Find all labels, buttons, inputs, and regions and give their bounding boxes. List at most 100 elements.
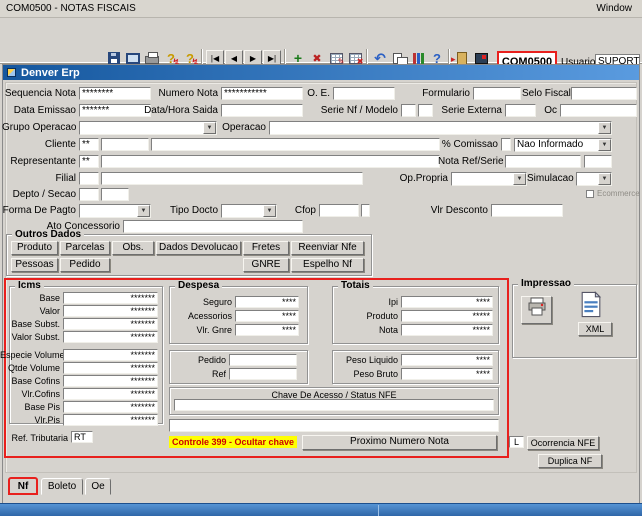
- nota-ref-serie-field[interactable]: [584, 155, 612, 168]
- especie-volume-field[interactable]: *******: [63, 349, 158, 361]
- acessorios-field[interactable]: ****: [235, 310, 299, 322]
- produto-button[interactable]: Produto: [11, 241, 58, 255]
- tipo-docto-select[interactable]: ▼: [221, 204, 277, 218]
- l-flag-field[interactable]: L: [509, 436, 524, 448]
- chave-acesso-field-1[interactable]: [174, 399, 494, 411]
- vlr-pis-field[interactable]: *******: [63, 414, 158, 426]
- depto-field[interactable]: [79, 188, 99, 201]
- op-propria-label: Op.Propria: [388, 172, 448, 185]
- fretes-button[interactable]: Fretes: [243, 241, 289, 255]
- data-hora-saida-field[interactable]: [221, 104, 303, 117]
- op-propria-select[interactable]: ▼: [451, 172, 527, 186]
- serie-nf-field[interactable]: [401, 104, 416, 117]
- tab-boleto[interactable]: Boleto: [41, 478, 83, 495]
- modelo-field[interactable]: [418, 104, 433, 117]
- first-record-icon: |◀: [211, 54, 219, 63]
- comissao-tipo-select[interactable]: Nao Informado▼: [514, 138, 612, 152]
- chevron-down-icon[interactable]: ▼: [598, 139, 611, 151]
- icms-valor-subst-field[interactable]: *******: [63, 331, 158, 343]
- oc-field[interactable]: [560, 104, 637, 117]
- impressao-title: Impressao: [518, 278, 574, 289]
- chevron-down-icon[interactable]: ▼: [263, 205, 276, 217]
- pedido-button[interactable]: Pedido: [60, 258, 110, 272]
- ref-field[interactable]: [229, 368, 297, 380]
- representante-nome-field[interactable]: [101, 155, 440, 168]
- obs-button[interactable]: Obs.: [112, 241, 154, 255]
- selo-fiscal-field[interactable]: [571, 87, 637, 100]
- operacao-label: Operacao: [220, 121, 266, 134]
- seguro-field[interactable]: ****: [235, 296, 299, 308]
- nota-ref-field[interactable]: [505, 155, 581, 168]
- vlr-pis-label: Vlr.Pis: [0, 414, 60, 426]
- peso-bruto-label: Peso Bruto: [336, 368, 398, 380]
- chevron-down-icon[interactable]: ▼: [598, 173, 611, 185]
- xml-button[interactable]: XML: [578, 322, 612, 336]
- duplica-nf-button[interactable]: Duplica NF: [538, 454, 602, 468]
- dados-devolucao-button[interactable]: Dados Devolucao: [156, 241, 241, 255]
- total-nota-field[interactable]: *****: [401, 324, 493, 336]
- proximo-numero-nota-button[interactable]: Proximo Numero Nota: [302, 435, 497, 450]
- numero-nota-field[interactable]: ***********: [221, 87, 303, 100]
- ecommerce-checkbox[interactable]: [586, 190, 594, 198]
- depto-secao-label: Depto / Secao: [2, 188, 76, 201]
- cliente-codigo-field[interactable]: **: [79, 138, 99, 151]
- reenviar-nfe-button[interactable]: Reenviar Nfe: [291, 241, 364, 255]
- gnre-button[interactable]: GNRE: [243, 258, 289, 272]
- chevron-down-icon[interactable]: ▼: [513, 173, 526, 185]
- espelho-nf-button[interactable]: Espelho Nf: [291, 258, 364, 272]
- base-cofins-field[interactable]: *******: [63, 375, 158, 387]
- icms-title: Icms: [15, 280, 44, 291]
- panel-title: Denver Erp: [21, 67, 80, 79]
- chevron-down-icon[interactable]: ▼: [598, 122, 611, 134]
- ocorrencia-nfe-button[interactable]: Ocorrencia NFE: [527, 436, 599, 450]
- pedido-field[interactable]: [229, 354, 297, 366]
- totais-title: Totais: [338, 280, 373, 291]
- icms-valor-field[interactable]: *******: [63, 305, 158, 317]
- icms-base-field[interactable]: *******: [63, 292, 158, 304]
- representante-codigo-field[interactable]: **: [79, 155, 99, 168]
- forma-pagto-select[interactable]: ▼: [79, 204, 151, 218]
- cliente-loja-field[interactable]: [101, 138, 149, 151]
- tab-nf[interactable]: Nf: [8, 477, 38, 495]
- filial-codigo-field[interactable]: [79, 172, 99, 185]
- tab-oe[interactable]: Oe: [85, 478, 111, 495]
- peso-liquido-field[interactable]: ****: [401, 354, 493, 366]
- chave-acesso-field-2[interactable]: [169, 419, 499, 432]
- qtde-volume-field[interactable]: *******: [63, 362, 158, 374]
- window-menu[interactable]: Window: [596, 0, 632, 18]
- parcelas-button[interactable]: Parcelas: [60, 241, 110, 255]
- vlr-gnre-field[interactable]: ****: [235, 324, 299, 336]
- app-window: { "colors": { "highlight_red": "#e8201d"…: [0, 0, 642, 516]
- cfop-sufixo-field[interactable]: [361, 204, 370, 217]
- chevron-down-icon[interactable]: ▼: [203, 122, 216, 134]
- sequencia-nota-field[interactable]: ********: [79, 87, 151, 100]
- vlr-cofins-field[interactable]: *******: [63, 388, 158, 400]
- cliente-nome-field[interactable]: [151, 138, 440, 151]
- operacao-select[interactable]: ▼: [269, 121, 612, 135]
- filial-nome-field[interactable]: [101, 172, 363, 185]
- icms-base-subst-field[interactable]: *******: [63, 318, 158, 330]
- ref-tributaria-field[interactable]: RT: [71, 431, 93, 443]
- formulario-field[interactable]: [473, 87, 521, 100]
- secao-field[interactable]: [101, 188, 129, 201]
- imprimir-nota-button[interactable]: [521, 296, 552, 324]
- ipi-label: Ipi: [336, 296, 398, 308]
- icms-valor-subst-label: Valor Subst.: [0, 331, 60, 343]
- oe-field[interactable]: [333, 87, 395, 100]
- cfop-field[interactable]: [319, 204, 359, 217]
- vlr-desconto-field[interactable]: [491, 204, 563, 217]
- ato-concessorio-field[interactable]: [123, 220, 303, 233]
- grupo-operacao-select[interactable]: ▼: [79, 121, 217, 135]
- grid-delete-icon: ✖: [349, 53, 362, 64]
- chevron-down-icon[interactable]: ▼: [137, 205, 150, 217]
- simulacao-select[interactable]: ▼: [576, 172, 612, 186]
- ipi-field[interactable]: ****: [401, 296, 493, 308]
- serie-externa-field[interactable]: [505, 104, 536, 117]
- xml-doc-button[interactable]: [580, 291, 604, 319]
- peso-bruto-field[interactable]: ****: [401, 368, 493, 380]
- total-produto-label: Produto: [336, 310, 398, 322]
- comissao-field[interactable]: [501, 138, 511, 151]
- total-produto-field[interactable]: *****: [401, 310, 493, 322]
- pessoas-button[interactable]: Pessoas: [11, 258, 58, 272]
- base-pis-field[interactable]: *******: [63, 401, 158, 413]
